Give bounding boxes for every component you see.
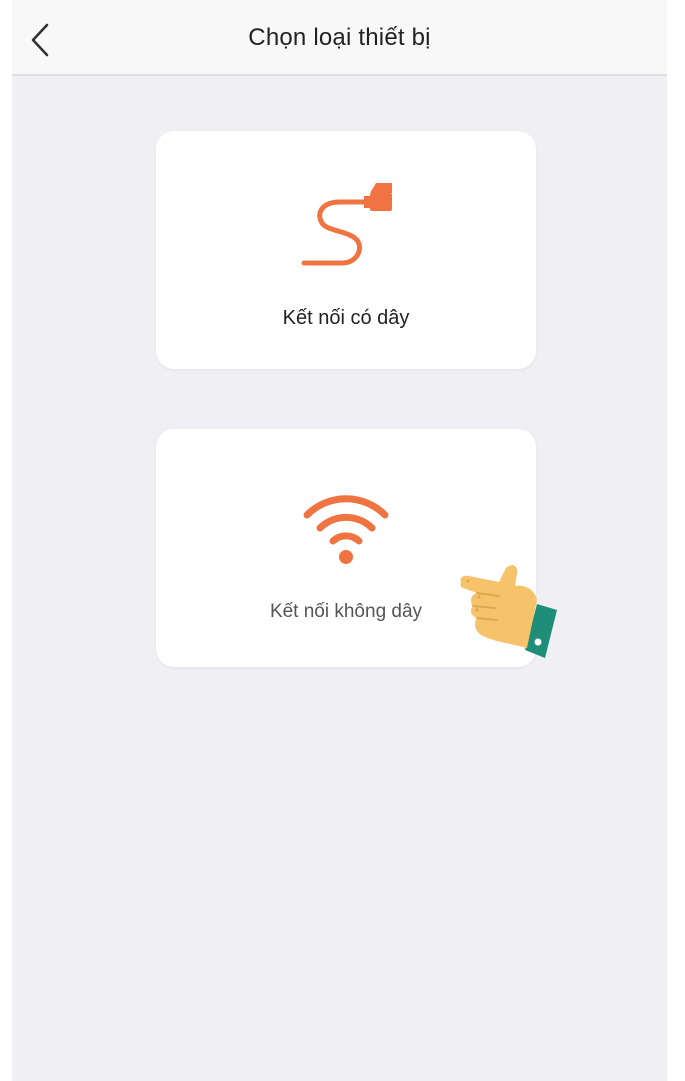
hand-pointer-icon	[460, 565, 557, 658]
wired-connection-card[interactable]: Kết nối có dây	[156, 131, 536, 369]
device-type-screen: Chọn loại thiết bị Kết nối có dây Kết nố…	[12, 0, 667, 1081]
wifi-icon	[303, 495, 389, 564]
ethernet-cable-icon	[301, 183, 392, 266]
page-title: Chọn loại thiết bị	[248, 24, 431, 51]
app-header: Chọn loại thiết bị	[12, 0, 667, 76]
wired-connection-label: Kết nối có dây	[282, 307, 410, 329]
